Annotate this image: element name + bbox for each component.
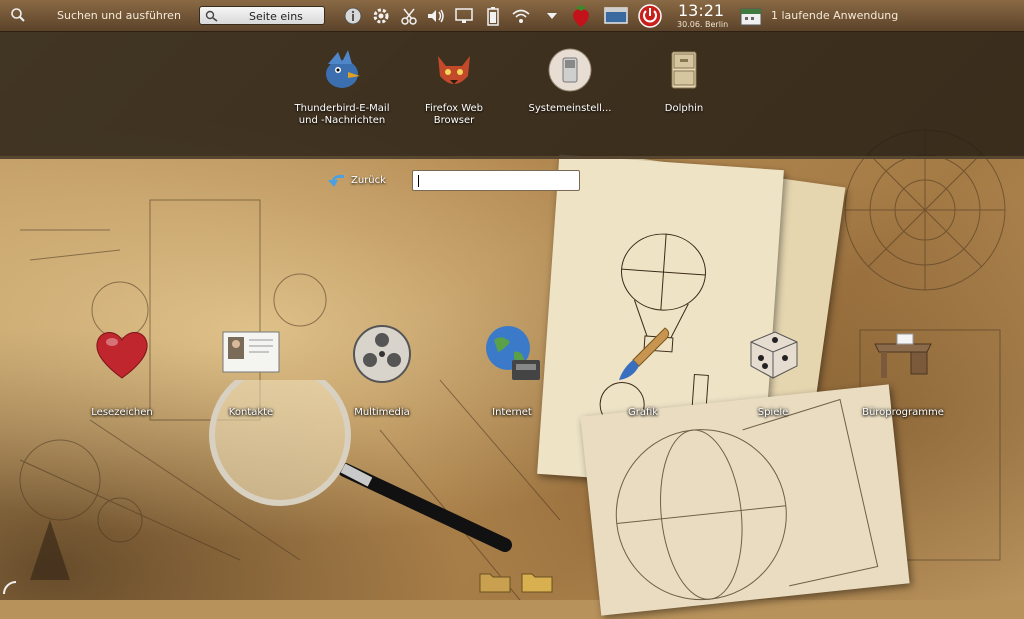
favourite-label: Dolphin (664, 103, 704, 114)
category-grafik[interactable]: Grafik (595, 322, 691, 418)
dice-icon (750, 331, 798, 379)
window-icon[interactable] (602, 6, 630, 26)
thunderbird-icon (326, 50, 360, 88)
calendar-icon[interactable] (738, 6, 764, 26)
search-button[interactable]: Seite eins (199, 6, 325, 25)
power-icon[interactable] (637, 4, 663, 28)
favourite-system-settings[interactable]: Systemeinstell... (520, 46, 620, 115)
wifi-icon[interactable] (511, 6, 531, 26)
paintbrush-icon (619, 327, 670, 380)
display-icon[interactable] (454, 6, 474, 26)
category-multimedia[interactable]: Multimedia (334, 322, 430, 418)
text-caret (418, 175, 419, 187)
favourite-thunderbird[interactable]: Thunderbird-E-Mail und -Nachrichten (292, 46, 392, 127)
top-panel: Suchen und ausführen Seite eins 13:21 30 (0, 0, 1024, 32)
info-icon[interactable] (343, 6, 363, 26)
favourite-label: Thunderbird-E-Mail und -Nachrichten (294, 103, 390, 126)
category-label: Büroprogramme (862, 407, 944, 418)
favourite-label: Systemeinstell... (528, 103, 612, 114)
folder-icon[interactable] (520, 568, 554, 594)
favourite-label: Firefox Web Browser (424, 103, 484, 126)
search-launcher-icon[interactable] (10, 7, 26, 23)
clock-date: 30.06. Berlin (677, 20, 729, 29)
activity-corner-icon[interactable] (2, 574, 24, 596)
category-label: Grafik (627, 407, 659, 418)
category-label: Multimedia (354, 407, 410, 418)
back-arrow-icon (328, 174, 344, 187)
inventor-stamp (30, 520, 70, 580)
category-label: Kontakte (228, 407, 274, 418)
system-settings-icon (548, 48, 592, 92)
globe-phone-icon (486, 326, 540, 380)
desk-icon (874, 333, 932, 378)
search-input[interactable] (412, 170, 580, 191)
category-spiele[interactable]: Spiele (725, 322, 821, 418)
search-icon (205, 10, 218, 22)
favourite-dolphin[interactable]: Dolphin (634, 46, 734, 115)
scissors-icon[interactable] (399, 6, 419, 26)
globe-drawing (615, 398, 879, 601)
heart-icon (96, 332, 148, 379)
category-label: Lesezeichen (91, 407, 153, 418)
battery-icon[interactable] (483, 6, 503, 26)
dropdown-arrow-icon[interactable] (542, 6, 562, 26)
strawberry-icon[interactable] (566, 5, 596, 27)
category-bueroprogramme[interactable]: Büroprogramme (855, 322, 951, 418)
volume-icon[interactable] (426, 6, 446, 26)
category-label: Internet (492, 407, 532, 418)
running-tasks-label[interactable]: 1 laufende Anwendung (771, 9, 898, 22)
category-label: Spiele (757, 407, 789, 418)
back-button[interactable]: Zurück (326, 172, 386, 188)
settings-icon[interactable] (371, 6, 391, 26)
bottom-folders (478, 568, 554, 594)
map-sheet (580, 384, 910, 616)
folder-icon[interactable] (478, 568, 512, 594)
category-internet[interactable]: Internet (464, 322, 560, 418)
dolphin-icon (671, 51, 697, 89)
category-lesezeichen[interactable]: Lesezeichen (74, 322, 170, 418)
back-label: Zurück (351, 174, 386, 186)
contacts-card-icon (222, 331, 280, 373)
run-command-label[interactable]: Suchen und ausführen (57, 9, 181, 22)
firefox-icon (438, 56, 470, 84)
film-reel-icon (353, 325, 411, 383)
category-kontakte[interactable]: Kontakte (203, 322, 299, 418)
clock-time[interactable]: 13:21 (678, 1, 724, 20)
favourite-firefox[interactable]: Firefox Web Browser (404, 46, 504, 127)
favourites-bar: Thunderbird-E-Mail und -Nachrichten Fire… (0, 32, 1024, 159)
search-button-label: Seite eins (249, 10, 303, 23)
